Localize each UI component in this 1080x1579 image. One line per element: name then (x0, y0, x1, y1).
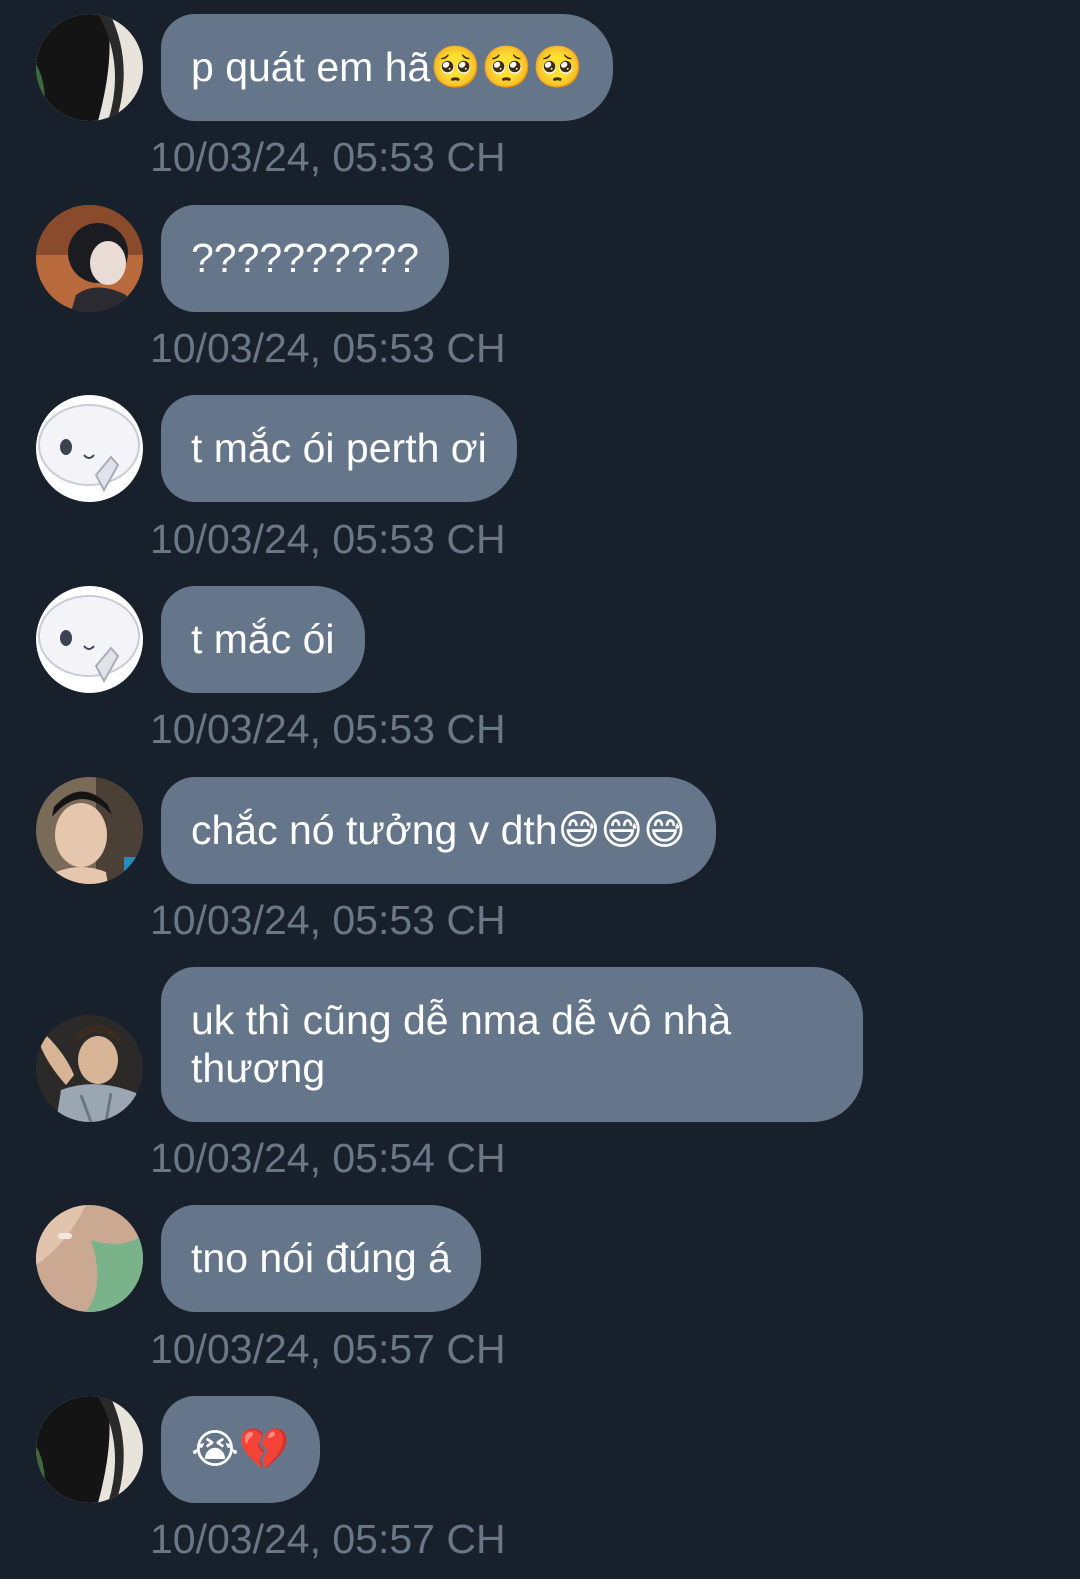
message-timestamp: 10/03/24, 05:57 CH (150, 1516, 506, 1562)
message-bubble: t mắc ói perth ơi (161, 395, 517, 502)
avatar-dark-photo-icon[interactable] (36, 14, 143, 121)
message-timestamp: 10/03/24, 05:54 CH (150, 1135, 506, 1181)
message-bubble: p quát em hã🥺🥺🥺 (161, 14, 614, 121)
avatar-white-mascot-icon[interactable] (36, 586, 143, 693)
message-bubble: chắc nó tưởng v dth😅😅😅 (161, 777, 716, 884)
message-timestamp: 10/03/24, 05:53 CH (150, 516, 506, 562)
message-timestamp: 10/03/24, 05:57 CH (150, 1326, 506, 1372)
avatar-boy-jacket-icon[interactable] (36, 1015, 143, 1122)
message-timestamp: 10/03/24, 05:53 CH (150, 897, 506, 943)
message-bubble: 😭💔 (161, 1396, 320, 1503)
message-timestamp: 10/03/24, 05:53 CH (150, 325, 506, 371)
avatar-selfie-boy-icon[interactable] (36, 777, 143, 884)
message-bubble: uk thì cũng dễ nma dễ vô nhà thương (161, 967, 863, 1122)
message-bubble: tno nói đúng á (161, 1205, 481, 1312)
message-timestamp: 10/03/24, 05:53 CH (150, 706, 506, 752)
avatar-cartoon-girl-icon[interactable] (36, 205, 143, 312)
avatar-green-shirt-icon[interactable] (36, 1205, 143, 1312)
message-bubble: ?????????? (161, 205, 450, 312)
message-timestamp: 10/03/24, 05:53 CH (150, 134, 506, 180)
avatar-white-mascot-icon[interactable] (36, 395, 143, 502)
message-bubble: t mắc ói (161, 586, 365, 693)
avatar-dark-photo-icon[interactable] (36, 1396, 143, 1503)
